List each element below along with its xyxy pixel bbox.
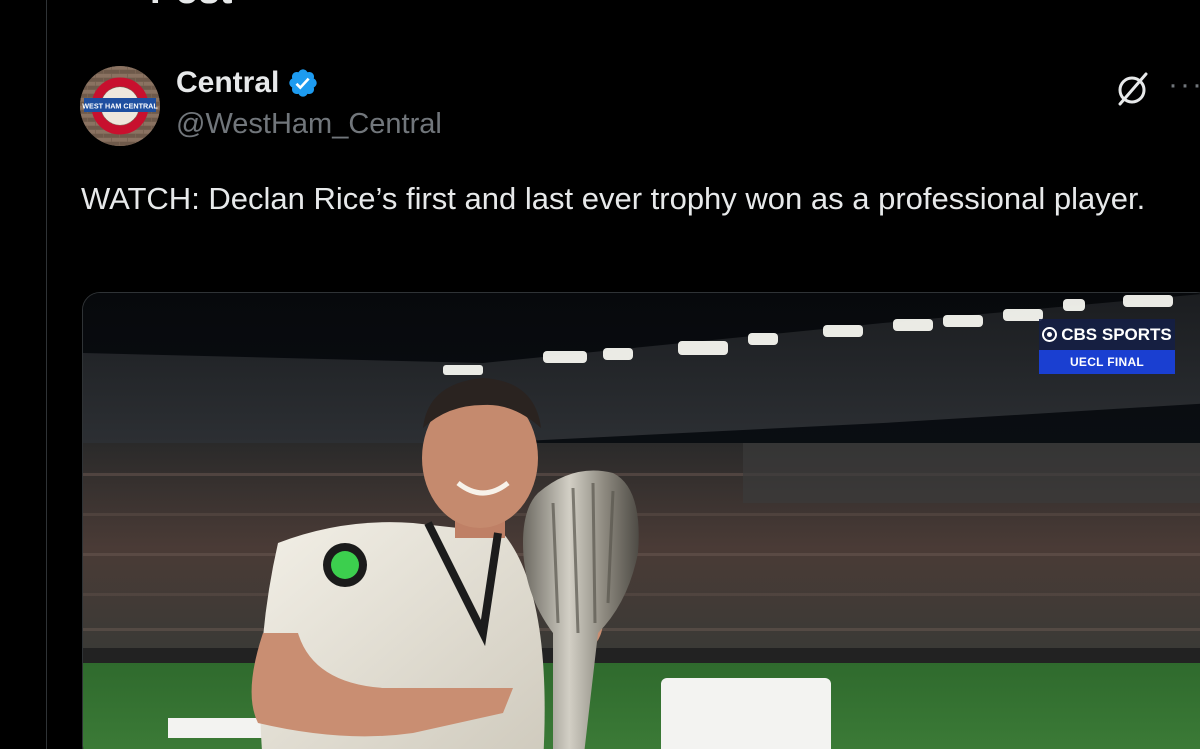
avatar[interactable]: WEST HAM CENTRAL <box>80 66 160 146</box>
broadcaster-name: CBS SPORTS <box>1061 324 1172 344</box>
author-name-row[interactable]: Central <box>176 66 319 100</box>
author-handle[interactable]: @WestHam_Central <box>176 108 442 141</box>
broadcast-label: UECL FINAL <box>1039 350 1175 374</box>
broadcaster-logo: CBS SPORTS <box>1039 319 1175 350</box>
more-icon[interactable]: ··· <box>1168 70 1200 106</box>
cbs-eye-icon <box>1042 327 1058 342</box>
stadium-scene <box>83 293 1200 749</box>
avatar-logo: WEST HAM CENTRAL <box>80 66 160 146</box>
author-name[interactable]: Central <box>176 66 279 100</box>
tweet-text: WATCH: Declan Rice’s first and last ever… <box>81 181 1146 216</box>
post-page: ← Post WEST HAM CENTRAL Central <box>0 0 1200 749</box>
column-divider <box>46 0 47 749</box>
header-title: Post <box>150 0 232 10</box>
post-header: ← Post <box>60 0 232 10</box>
broadcast-badge: CBS SPORTS UECL FINAL <box>1039 319 1175 374</box>
tweet-video[interactable]: CBS SPORTS UECL FINAL <box>82 292 1200 749</box>
grok-icon[interactable] <box>1112 68 1154 110</box>
verified-badge-icon <box>289 69 318 97</box>
back-arrow-icon[interactable]: ← <box>60 0 90 8</box>
avatar-text: WEST HAM CENTRAL <box>82 102 158 111</box>
